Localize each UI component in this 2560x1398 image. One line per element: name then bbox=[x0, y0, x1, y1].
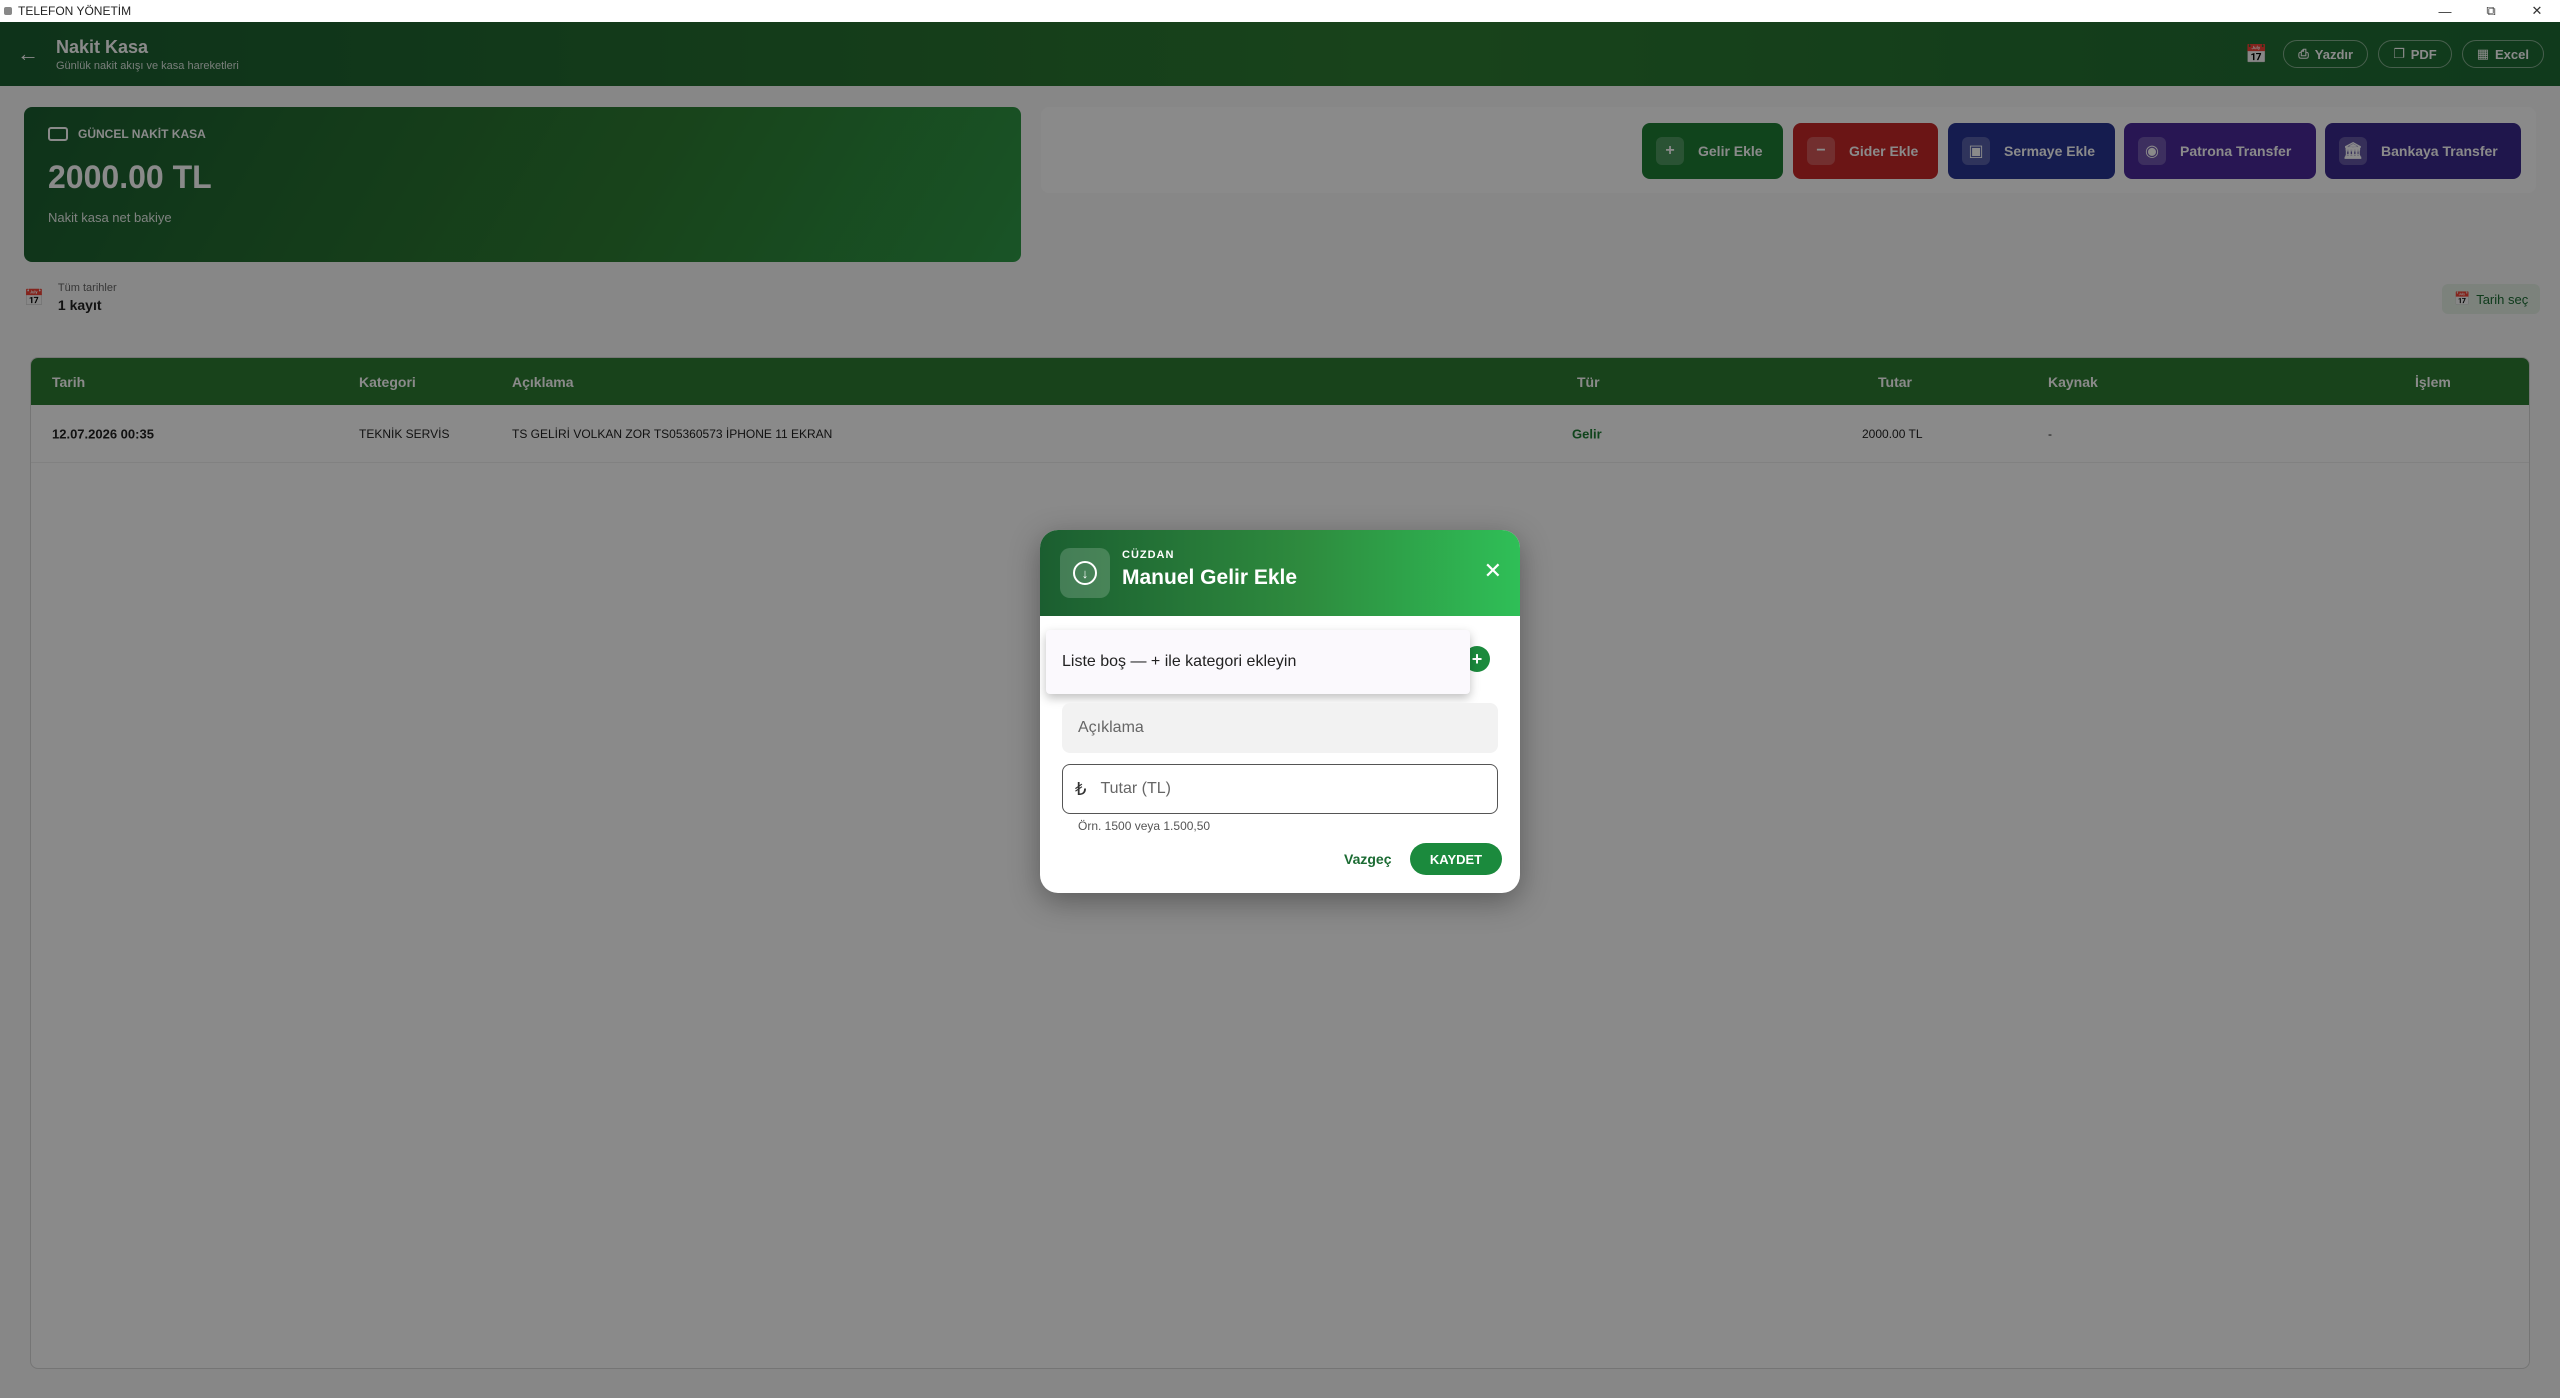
close-window-icon[interactable]: ✕ bbox=[2514, 0, 2560, 22]
app-icon bbox=[4, 7, 12, 15]
lira-icon: ₺ bbox=[1075, 778, 1087, 799]
amount-input[interactable]: ₺ Tutar (TL) bbox=[1062, 764, 1498, 814]
minimize-icon[interactable]: — bbox=[2422, 0, 2468, 22]
add-income-dialog: ↓ CÜZDAN Manuel Gelir Ekle ✕ + Liste boş… bbox=[1040, 530, 1520, 893]
window-title: TELEFON YÖNETİM bbox=[18, 4, 132, 18]
amount-hint: Örn. 1500 veya 1.500,50 bbox=[1078, 819, 1211, 833]
dialog-header: ↓ CÜZDAN Manuel Gelir Ekle ✕ bbox=[1040, 530, 1520, 616]
dropdown-empty-message: Liste boş — + ile kategori ekleyin bbox=[1062, 653, 1297, 670]
restore-icon[interactable]: ⧉ bbox=[2468, 0, 2514, 22]
close-icon[interactable]: ✕ bbox=[1484, 558, 1502, 584]
description-placeholder: Açıklama bbox=[1078, 719, 1144, 736]
dialog-kicker: CÜZDAN bbox=[1122, 549, 1175, 561]
save-button[interactable]: KAYDET bbox=[1410, 843, 1502, 875]
window-titlebar: TELEFON YÖNETİM — ⧉ ✕ bbox=[0, 0, 2560, 22]
category-dropdown-menu: Liste boş — + ile kategori ekleyin bbox=[1046, 630, 1470, 694]
description-input[interactable]: Açıklama bbox=[1062, 703, 1498, 753]
amount-placeholder: Tutar (TL) bbox=[1100, 780, 1171, 797]
download-circle-icon: ↓ bbox=[1073, 561, 1097, 585]
dialog-icon-box: ↓ bbox=[1060, 548, 1110, 598]
dialog-title: Manuel Gelir Ekle bbox=[1122, 566, 1298, 589]
cancel-button[interactable]: Vazgeç bbox=[1344, 851, 1391, 867]
